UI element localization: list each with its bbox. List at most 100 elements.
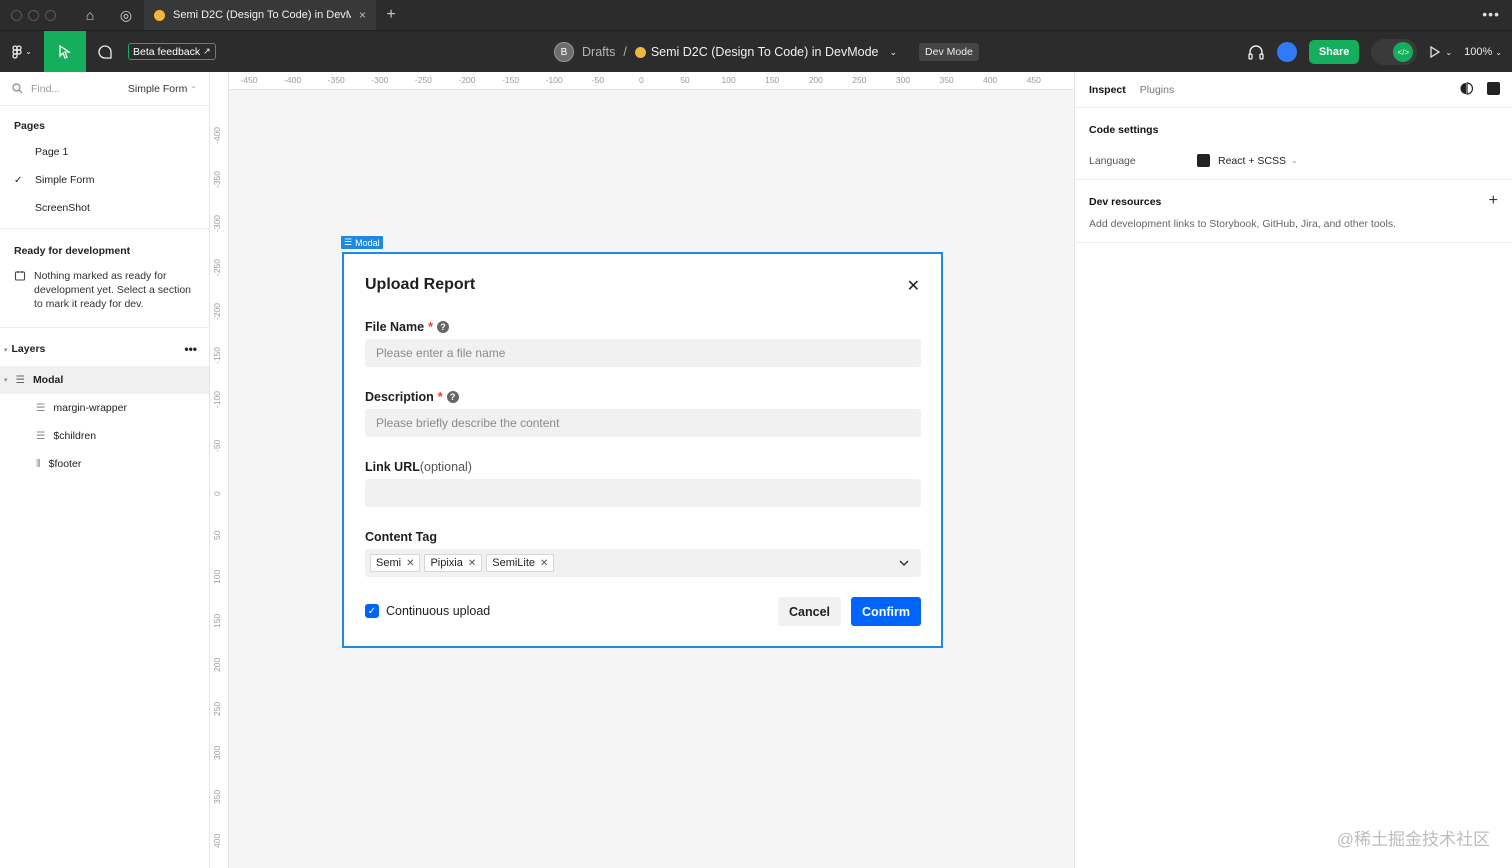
share-button[interactable]: Share [1308, 40, 1360, 64]
ruler-tick: 100 [212, 569, 222, 584]
close-icon[interactable]: ✕ [540, 558, 548, 569]
link-url-input[interactable] [365, 479, 921, 507]
ruler-tick: 300 [212, 745, 222, 760]
help-icon[interactable]: ? [436, 321, 449, 333]
ruler-left: -400 -350 -300 -250 -200 -150 -100 -50 0 50 100 150… [210, 72, 229, 868]
file-name-label: File Name * ? [365, 320, 449, 334]
window-controls[interactable] [0, 9, 72, 21]
content-tag-select[interactable]: Semi ✕ Pipixia ✕ SemiLite ✕ [365, 549, 921, 577]
chevron-down-icon [899, 560, 909, 567]
layers-title[interactable]: ▾ Layers [4, 343, 45, 355]
layer-modal[interactable]: ▾ ☰ Modal [0, 366, 209, 394]
semi-logo-icon[interactable] [1460, 82, 1474, 95]
figma-logo-icon [12, 44, 22, 59]
confirm-button[interactable]: Confirm [851, 597, 921, 626]
main-menu-button[interactable]: ⌄ [0, 31, 44, 73]
layer-margin-wrapper[interactable]: ☰ margin-wrapper [0, 394, 209, 422]
home-icon[interactable]: ⌂ [72, 0, 108, 30]
globe-icon[interactable]: ◎ [108, 0, 144, 30]
breadcrumb-drafts[interactable]: Drafts [582, 45, 615, 59]
ruler-tick: 300 [895, 75, 911, 85]
comment-icon [98, 44, 112, 59]
language-select[interactable]: React + SCSS ⌄ [1197, 154, 1298, 167]
beta-feedback-button[interactable]: Beta feedback ↗ [128, 43, 216, 60]
ruler-tick: 50 [212, 530, 222, 540]
ruler-tick: -150 [502, 75, 520, 85]
label-text: Link URL [365, 460, 420, 474]
ruler-tick: -300 [371, 75, 389, 85]
close-icon[interactable]: ✕ [907, 276, 920, 296]
tab-plugins[interactable]: Plugins [1140, 84, 1174, 96]
page-label: Simple Form [35, 174, 95, 186]
chevron-down-icon: ⌄ [1495, 48, 1502, 57]
browser-tab[interactable]: Semi D2C (Design To Code) in DevMod × [144, 0, 376, 30]
headphones-icon[interactable] [1247, 44, 1265, 60]
page-item-screenshot[interactable]: ScreenShot [0, 194, 209, 222]
file-name-input[interactable]: Please enter a file name [365, 339, 921, 367]
ruler-tick: 150 [212, 613, 222, 628]
page-label: ScreenShot [35, 202, 90, 214]
code-icon: </> [1393, 42, 1414, 62]
minimize-window-button[interactable] [28, 9, 39, 21]
modal-frame[interactable]: Upload Report ✕ File Name * ? Please ent… [342, 252, 943, 648]
label-text: File Name [365, 320, 425, 334]
page-item-simple-form[interactable]: ✓ Simple Form [0, 166, 209, 194]
new-tab-button[interactable]: + [376, 6, 406, 24]
caret-down-icon: ▾ [4, 377, 8, 384]
close-tab-icon[interactable]: × [359, 8, 366, 22]
link-url-label: Link URL (optional) [365, 460, 472, 474]
cancel-button[interactable]: Cancel [778, 597, 841, 626]
auto-layout-icon: ☰ [36, 430, 46, 442]
more-icon[interactable]: ••• [1482, 6, 1500, 22]
ruler-tick: -400 [212, 126, 222, 144]
dev-mode-badge: Dev Mode [919, 43, 979, 61]
plugin-icon[interactable] [1487, 82, 1500, 95]
page-select[interactable]: Simple Form ⌃ [128, 83, 197, 95]
file-breadcrumb: B Drafts / Semi D2C (Design To Code) in … [554, 31, 979, 73]
layer-footer[interactable]: ⦀ $footer [0, 450, 209, 478]
ruler-tick: -200 [212, 302, 222, 320]
close-icon[interactable]: ✕ [406, 558, 414, 569]
page-item-page-1[interactable]: Page 1 [0, 138, 209, 166]
layers-more-button[interactable]: ••• [184, 342, 197, 356]
layer-children[interactable]: ☰ $children [0, 422, 209, 450]
zoom-level[interactable]: 100% ⌄ [1464, 46, 1502, 58]
code-settings-section: Code settings Language React + SCSS ⌄ [1075, 108, 1512, 180]
add-resource-button[interactable]: + [1489, 192, 1498, 210]
language-row: Language React + SCSS ⌄ [1089, 154, 1498, 167]
select-tool-button[interactable] [44, 30, 86, 73]
continuous-upload-checkbox[interactable]: ✓ Continuous upload [365, 604, 490, 618]
ruler-tick: 200 [808, 75, 823, 85]
team-avatar[interactable]: B [554, 42, 574, 62]
ruler-tick: 400 [212, 833, 222, 848]
check-icon: ✓ [365, 604, 379, 618]
ruler-tick: -100 [212, 390, 222, 408]
help-icon[interactable]: ? [446, 391, 459, 403]
frame-label[interactable]: ☰ Modal [341, 236, 383, 249]
label-text: Description [365, 390, 434, 404]
tag-label: Semi [376, 557, 402, 569]
search-input[interactable]: Find... [31, 83, 120, 95]
zoom-value: 100% [1464, 46, 1493, 58]
layer-label: $children [53, 430, 97, 442]
file-name-button[interactable]: Semi D2C (Design To Code) in DevMode ⌄ [634, 45, 897, 59]
panel-icons [1460, 82, 1500, 95]
comment-tool-button[interactable] [86, 31, 124, 73]
user-avatar[interactable] [1276, 42, 1297, 62]
tag-label: Pipixia [430, 557, 463, 569]
modal-title: Upload Report [365, 276, 476, 293]
maximize-window-button[interactable] [45, 9, 56, 21]
tab-inspect[interactable]: Inspect [1089, 84, 1126, 96]
layers-title-text: Layers [11, 343, 46, 355]
close-icon[interactable]: ✕ [468, 558, 476, 569]
cursor-icon [59, 44, 72, 59]
close-window-button[interactable] [11, 9, 22, 21]
ruler-tick: 0 [212, 491, 222, 496]
content-tag-label: Content Tag [365, 530, 437, 544]
language-label: Language [1089, 154, 1136, 167]
check-icon: ✓ [14, 174, 23, 186]
dev-mode-toggle[interactable]: </> [1371, 39, 1418, 65]
present-button[interactable]: ⌄ [1429, 46, 1452, 58]
description-input[interactable]: Please briefly describe the content [365, 409, 921, 437]
ruler-tick: 200 [212, 657, 222, 672]
